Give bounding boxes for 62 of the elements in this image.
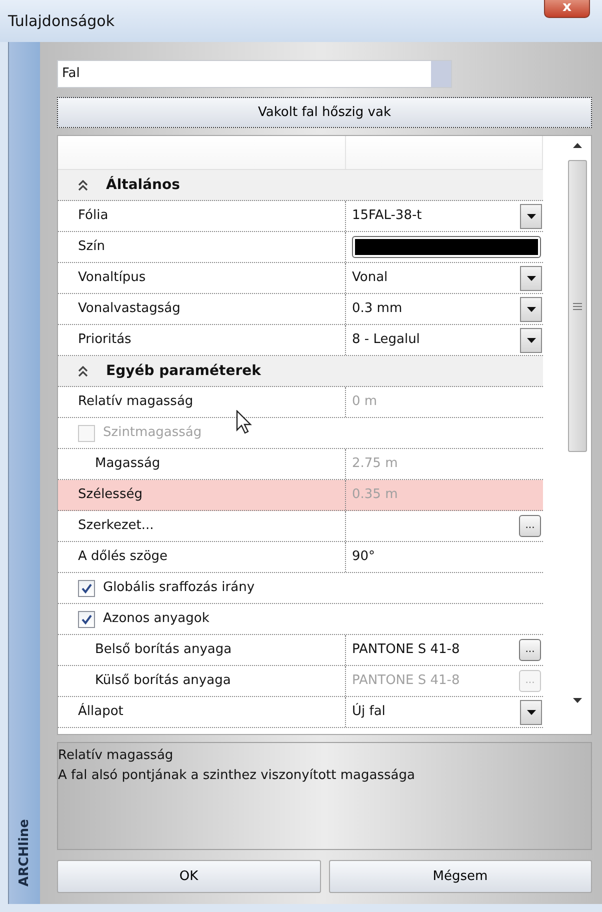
mouse-cursor-icon (236, 410, 254, 436)
dropdown-value: Fal (61, 65, 81, 84)
property-value: 2.75 m (352, 455, 399, 474)
property-label: Azonos anyagok (103, 610, 210, 628)
property-label: Szerkezet... (78, 517, 154, 536)
property-label: Magasság (95, 455, 160, 474)
collapse-icon[interactable] (78, 366, 88, 376)
collapse-icon[interactable] (78, 180, 88, 190)
dropdown-button[interactable] (520, 328, 542, 352)
section-title: Általános (106, 175, 180, 194)
property-label: Belső borítás anyaga (95, 641, 232, 660)
property-value: PANTONE S 41-8 (352, 672, 461, 690)
type-dropdown[interactable]: Fal (57, 60, 452, 88)
property-value: 0 m (352, 393, 378, 412)
property-value: 0.35 m (352, 486, 399, 504)
property-value: 15FAL-38-t (352, 207, 423, 226)
scrollbar-thumb[interactable] (568, 160, 587, 452)
description-text: A fal alsó pontjának a szinthez viszonyított magassága (58, 767, 416, 785)
property-label: Prioritás (78, 331, 132, 350)
property-label: Szín (78, 238, 105, 256)
checkbox[interactable] (78, 580, 95, 596)
checkbox[interactable] (78, 610, 95, 628)
caret-icon (526, 214, 536, 218)
style-button[interactable]: Vakolt fal hőszig vak (57, 97, 592, 128)
scroll-up-icon[interactable] (573, 142, 582, 148)
section-header[interactable]: Általános (58, 170, 543, 201)
property-label: Relatív magasság (78, 393, 194, 412)
window-title: Tulajdonságok (8, 11, 115, 32)
dropdown-button[interactable] (520, 204, 542, 228)
property-value: Vonal (352, 269, 389, 288)
property-value: 8 - Legalul (352, 331, 421, 350)
sidebar-label: ARCHline (16, 818, 33, 886)
section-title: Egyéb paraméterek (106, 362, 261, 380)
description-title: Relatív magasság (58, 747, 174, 765)
cancel-button[interactable]: Mégsem (328, 860, 592, 893)
property-label: Állapot (78, 702, 124, 722)
caret-icon (526, 710, 536, 714)
ok-button[interactable]: OK (57, 860, 320, 893)
property-label: Külső borítás anyaga (95, 672, 231, 690)
caret-icon (526, 276, 536, 280)
scroll-down-icon[interactable] (573, 698, 582, 704)
property-label: Szintmagasság (103, 424, 202, 442)
dropdown-button[interactable] (520, 296, 542, 322)
ellipsis-button[interactable]: ... (519, 639, 541, 661)
property-label: Vonaltípus (78, 269, 146, 288)
caret-icon (526, 338, 536, 342)
property-value: 90° (352, 548, 376, 566)
section-header[interactable]: Egyéb paraméterek (58, 356, 543, 387)
grip-icon (573, 302, 582, 310)
dropdown-button[interactable] (520, 700, 542, 724)
property-label: Szélesség (78, 486, 142, 504)
property-label: Globális sraffozás irány (103, 579, 255, 598)
caret-icon (526, 306, 536, 312)
color-swatch[interactable] (352, 236, 541, 258)
property-label: A dőlés szöge (78, 548, 168, 566)
dropdown-button[interactable] (520, 266, 542, 290)
property-value: PANTONE S 41-8 (352, 641, 461, 660)
ellipsis-button[interactable]: ... (519, 515, 541, 537)
property-label: Vonalvastagság (78, 300, 180, 318)
property-value: 0.3 mm (352, 300, 404, 318)
property-label: Fólia (78, 207, 108, 226)
property-value: Új fal (352, 702, 386, 722)
